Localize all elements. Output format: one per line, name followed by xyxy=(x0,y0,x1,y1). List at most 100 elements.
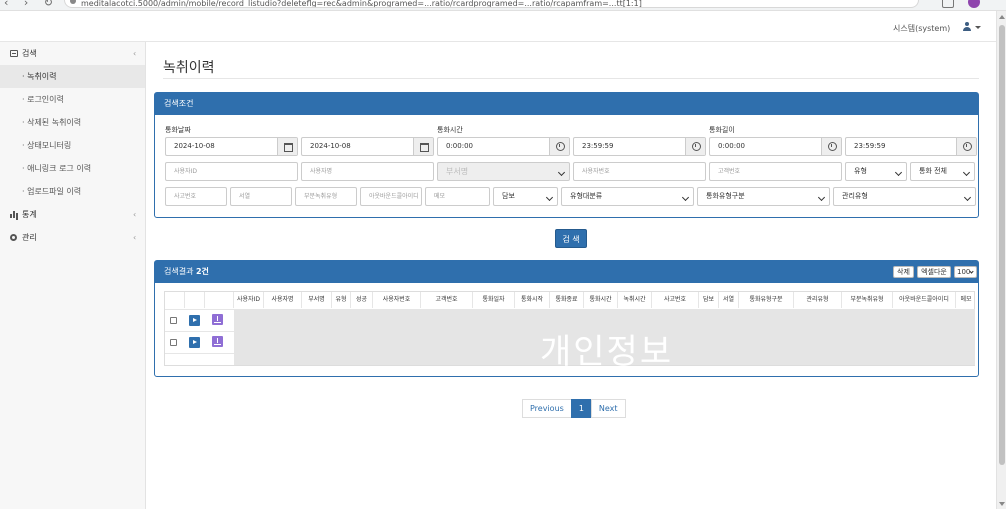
table-header[interactable]: 아웃바운드콜아이디 xyxy=(893,292,956,308)
sidebar-item-status-monitoring[interactable]: · 상태모니터링 xyxy=(0,134,145,157)
results-table: 사용자ID 사용자명 부서명 유형 성공 사용자번호 고객번호 통화일자 통화시… xyxy=(164,291,976,372)
table-header[interactable]: 통화시작 xyxy=(515,292,550,308)
sidebar-section-stats[interactable]: 통계 ‹ xyxy=(0,203,145,226)
partial-record-type-input[interactable]: 부분녹취유형 xyxy=(295,187,357,206)
user-id-input[interactable]: 사용자ID xyxy=(165,162,298,181)
table-header[interactable]: 성공 xyxy=(351,292,373,308)
table-header[interactable]: 고객번호 xyxy=(421,292,473,308)
table-header-play xyxy=(185,292,205,308)
table-header[interactable]: 서열 xyxy=(719,292,739,308)
date-from-value: 2024-10-08 xyxy=(174,142,215,150)
sidebar-item-anylink-log[interactable]: · 애니링크 로그 이력 xyxy=(0,157,145,180)
table-header[interactable]: 통화시간 xyxy=(584,292,618,308)
row-checkbox[interactable] xyxy=(170,339,177,346)
table-header[interactable]: 부분녹취유형 xyxy=(842,292,893,308)
call-all-select[interactable]: 통화 전체 xyxy=(910,162,975,181)
profile-avatar[interactable] xyxy=(968,0,980,8)
outbound-call-id-input[interactable]: 아웃바운드콜아이디 xyxy=(360,187,422,206)
time-to-field[interactable]: 23:59:59 xyxy=(573,137,706,156)
sidebar-section-label: 관리 xyxy=(22,233,37,242)
sidebar-item-login-history[interactable]: · 로그인이력 xyxy=(0,88,145,111)
chart-icon xyxy=(10,211,18,218)
clock-icon[interactable] xyxy=(821,138,841,155)
management-type-select[interactable]: 관리유형 xyxy=(833,187,976,206)
table-header[interactable]: 유형 xyxy=(332,292,351,308)
results-panel: 검색결과 2건 삭제 엑셀다운 100 사용자ID 사용자명 부서명 유형 성공… xyxy=(154,260,979,377)
results-panel-header: 검색결과 2건 삭제 엑셀다운 100 xyxy=(155,261,978,283)
length-to-field[interactable]: 23:59:59 xyxy=(845,137,977,156)
page-1-button[interactable]: 1 xyxy=(570,399,592,418)
calendar-icon[interactable] xyxy=(413,138,433,155)
site-info-icon[interactable] xyxy=(70,0,76,4)
sidebar-item-deleted-records[interactable]: · 삭제된 녹취이력 xyxy=(0,111,145,134)
table-header[interactable]: 부서명 xyxy=(302,292,332,308)
redaction-label: 개인정보 xyxy=(540,332,674,372)
search-button[interactable]: 검 색 xyxy=(555,229,587,248)
sidebar-item-record-history[interactable]: · 녹취이력 xyxy=(0,65,145,88)
sidebar-section-admin[interactable]: 관리 ‹ xyxy=(0,226,145,249)
accident-number-input[interactable]: 사고번호 xyxy=(165,187,227,206)
memo-input[interactable]: 메모 xyxy=(425,187,490,206)
calendar-icon[interactable] xyxy=(277,138,297,155)
call-type-category-select[interactable]: 통화유형구분 xyxy=(697,187,830,206)
time-from-field[interactable]: 0:00:00 xyxy=(437,137,570,156)
download-icon[interactable] xyxy=(212,314,223,325)
extension-icon[interactable] xyxy=(942,0,954,8)
play-icon[interactable] xyxy=(189,315,200,326)
clock-icon[interactable] xyxy=(549,138,569,155)
next-page-button[interactable]: Next xyxy=(590,399,626,418)
date-to-field[interactable]: 2024-10-08 xyxy=(301,137,434,156)
table-header[interactable]: 사고번호 xyxy=(652,292,699,308)
table-header[interactable]: 사용자번호 xyxy=(373,292,421,308)
user-name-input[interactable]: 사용자명 xyxy=(301,162,434,181)
scrollbar-thumb[interactable] xyxy=(999,25,1005,465)
scroll-up-arrow[interactable] xyxy=(999,15,1005,19)
chevron-left-icon: ‹ xyxy=(133,210,137,219)
table-header[interactable]: 녹취시간 xyxy=(618,292,652,308)
dambo-select[interactable]: 담보 xyxy=(493,187,558,206)
chevron-left-icon: ‹ xyxy=(133,49,137,58)
search-panel: 검색조건 통화날짜 통화시간 통화길이 2024-10-08 2024-10-0… xyxy=(154,92,979,218)
chevron-left-icon: ‹ xyxy=(133,233,137,242)
previous-page-button[interactable]: Previous xyxy=(522,399,572,418)
excel-download-button[interactable]: 엑셀다운 xyxy=(917,266,951,278)
table-header[interactable]: 관리유형 xyxy=(794,292,842,308)
redacted-data-area: 개인정보 xyxy=(234,309,975,372)
play-icon[interactable] xyxy=(189,337,200,348)
department-select[interactable]: 부서명 xyxy=(437,162,570,181)
cell-input[interactable]: 서열 xyxy=(230,187,292,206)
call-date-label: 통화날짜 xyxy=(165,126,191,134)
customer-number-input[interactable]: 고객번호 xyxy=(709,162,842,181)
sidebar-item-upload-history[interactable]: · 업로드파일 이력 xyxy=(0,180,145,203)
date-from-field[interactable]: 2024-10-08 xyxy=(165,137,298,156)
call-length-label: 통화길이 xyxy=(709,126,735,134)
table-header[interactable]: 통화일자 xyxy=(473,292,515,308)
vertical-scrollbar[interactable] xyxy=(996,11,1006,509)
user-icon[interactable] xyxy=(962,22,972,32)
user-number-input[interactable]: 사용자번호 xyxy=(573,162,706,181)
row-checkbox[interactable] xyxy=(170,317,177,324)
page-size-select[interactable]: 100 xyxy=(954,266,977,278)
sidebar-section-search[interactable]: 검색 ‹ xyxy=(0,42,145,65)
table-header[interactable]: 담보 xyxy=(699,292,719,308)
download-icon[interactable] xyxy=(212,336,223,347)
results-count: 2건 xyxy=(195,267,209,276)
chevron-down-icon[interactable] xyxy=(975,26,981,29)
date-to-value: 2024-10-08 xyxy=(310,142,351,150)
type-select[interactable]: 유형 xyxy=(845,162,907,181)
address-bar[interactable]: meditalacotci.5000/admin/mobile/record_l… xyxy=(64,0,919,8)
type-major-select[interactable]: 유형대분류 xyxy=(561,187,694,206)
length-from-field[interactable]: 0:00:00 xyxy=(709,137,842,156)
table-header[interactable]: 사용자명 xyxy=(264,292,302,308)
table-header[interactable]: 통화유형구분 xyxy=(739,292,794,308)
table-header[interactable]: 통화종료 xyxy=(550,292,584,308)
clock-icon[interactable] xyxy=(956,138,976,155)
delete-button[interactable]: 삭제 xyxy=(893,266,914,278)
table-header[interactable]: 사용자ID xyxy=(234,292,264,308)
scroll-down-arrow[interactable] xyxy=(999,502,1005,506)
table-header[interactable]: 메모 xyxy=(956,292,976,308)
clock-icon[interactable] xyxy=(685,138,705,155)
search-panel-title: 검색조건 xyxy=(155,93,978,115)
browser-nav-icons[interactable]: ‹ › ↻ xyxy=(4,0,59,9)
sidebar: 검색 ‹ · 녹취이력 · 로그인이력 · 삭제된 녹취이력 · 상태모니터링 … xyxy=(0,42,146,509)
